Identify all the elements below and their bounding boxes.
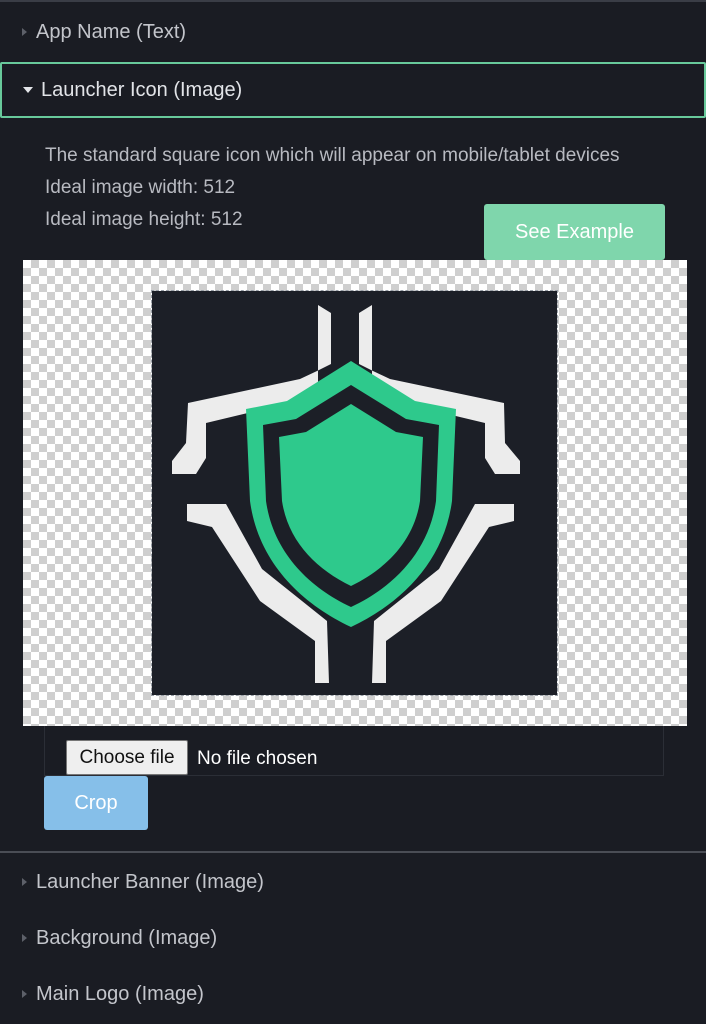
top-divider	[0, 0, 706, 2]
section-label: Main Logo (Image)	[36, 982, 204, 1005]
file-input-row: Choose file No file chosen	[44, 726, 664, 776]
choose-file-button[interactable]: Choose file	[66, 740, 188, 775]
section-label: Background (Image)	[36, 926, 218, 949]
caret-right-icon	[22, 878, 27, 886]
ideal-width-text: Ideal image width: 512	[45, 177, 236, 198]
caret-right-icon	[22, 28, 27, 36]
see-example-button[interactable]: See Example	[484, 204, 665, 260]
section-app-name[interactable]: App Name (Text)	[0, 4, 706, 60]
section-label: Launcher Banner (Image)	[36, 870, 264, 893]
caret-right-icon	[22, 934, 27, 942]
shield-icon	[172, 305, 520, 683]
section-label: Launcher Icon (Image)	[41, 78, 243, 101]
caret-down-icon	[23, 87, 33, 93]
section-main-logo[interactable]: Main Logo (Image)	[0, 966, 706, 1022]
crop-selection[interactable]	[151, 290, 558, 696]
section-background[interactable]: Background (Image)	[0, 910, 706, 966]
section-launcher-icon[interactable]: Launcher Icon (Image)	[0, 62, 706, 118]
image-cropper[interactable]	[23, 260, 687, 726]
crop-button[interactable]: Crop	[44, 776, 148, 830]
section-divider	[0, 851, 706, 853]
caret-right-icon	[22, 990, 27, 998]
file-status-text: No file chosen	[197, 748, 318, 769]
section-launcher-banner[interactable]: Launcher Banner (Image)	[0, 854, 706, 910]
launcher-icon-description: The standard square icon which will appe…	[45, 145, 620, 166]
ideal-height-text: Ideal image height: 512	[45, 209, 243, 230]
section-label: App Name (Text)	[36, 20, 187, 43]
